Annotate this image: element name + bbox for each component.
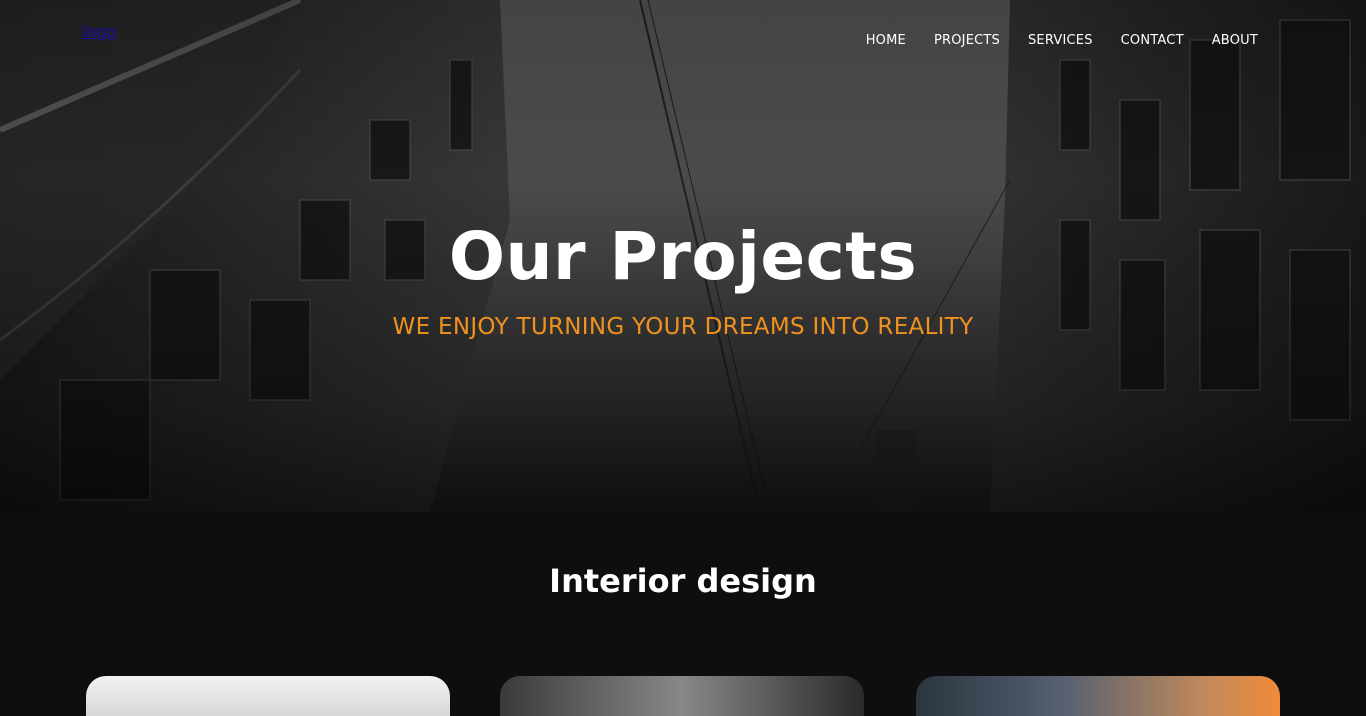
nav-home[interactable]: HOME: [866, 33, 906, 48]
project-card-3[interactable]: [916, 676, 1280, 716]
project-card-2[interactable]: [500, 676, 864, 716]
nav-about[interactable]: ABOUT: [1212, 33, 1258, 48]
hero-title: Our Projects: [448, 218, 918, 295]
hero-section: logo HOME PROJECTS SERVICES CONTACT ABOU…: [0, 0, 1366, 512]
nav-projects[interactable]: PROJECTS: [934, 33, 1000, 48]
nav-contact[interactable]: CONTACT: [1121, 33, 1184, 48]
project-card-1[interactable]: [86, 676, 450, 716]
main-nav: HOME PROJECTS SERVICES CONTACT ABOUT: [866, 33, 1258, 48]
interior-design-section: Interior design: [0, 512, 1366, 716]
logo-link[interactable]: logo: [82, 22, 116, 41]
section-title: Interior design: [549, 562, 817, 600]
hero-subtitle: WE ENJOY TURNING YOUR DREAMS INTO REALIT…: [392, 314, 974, 340]
nav-services[interactable]: SERVICES: [1028, 33, 1093, 48]
